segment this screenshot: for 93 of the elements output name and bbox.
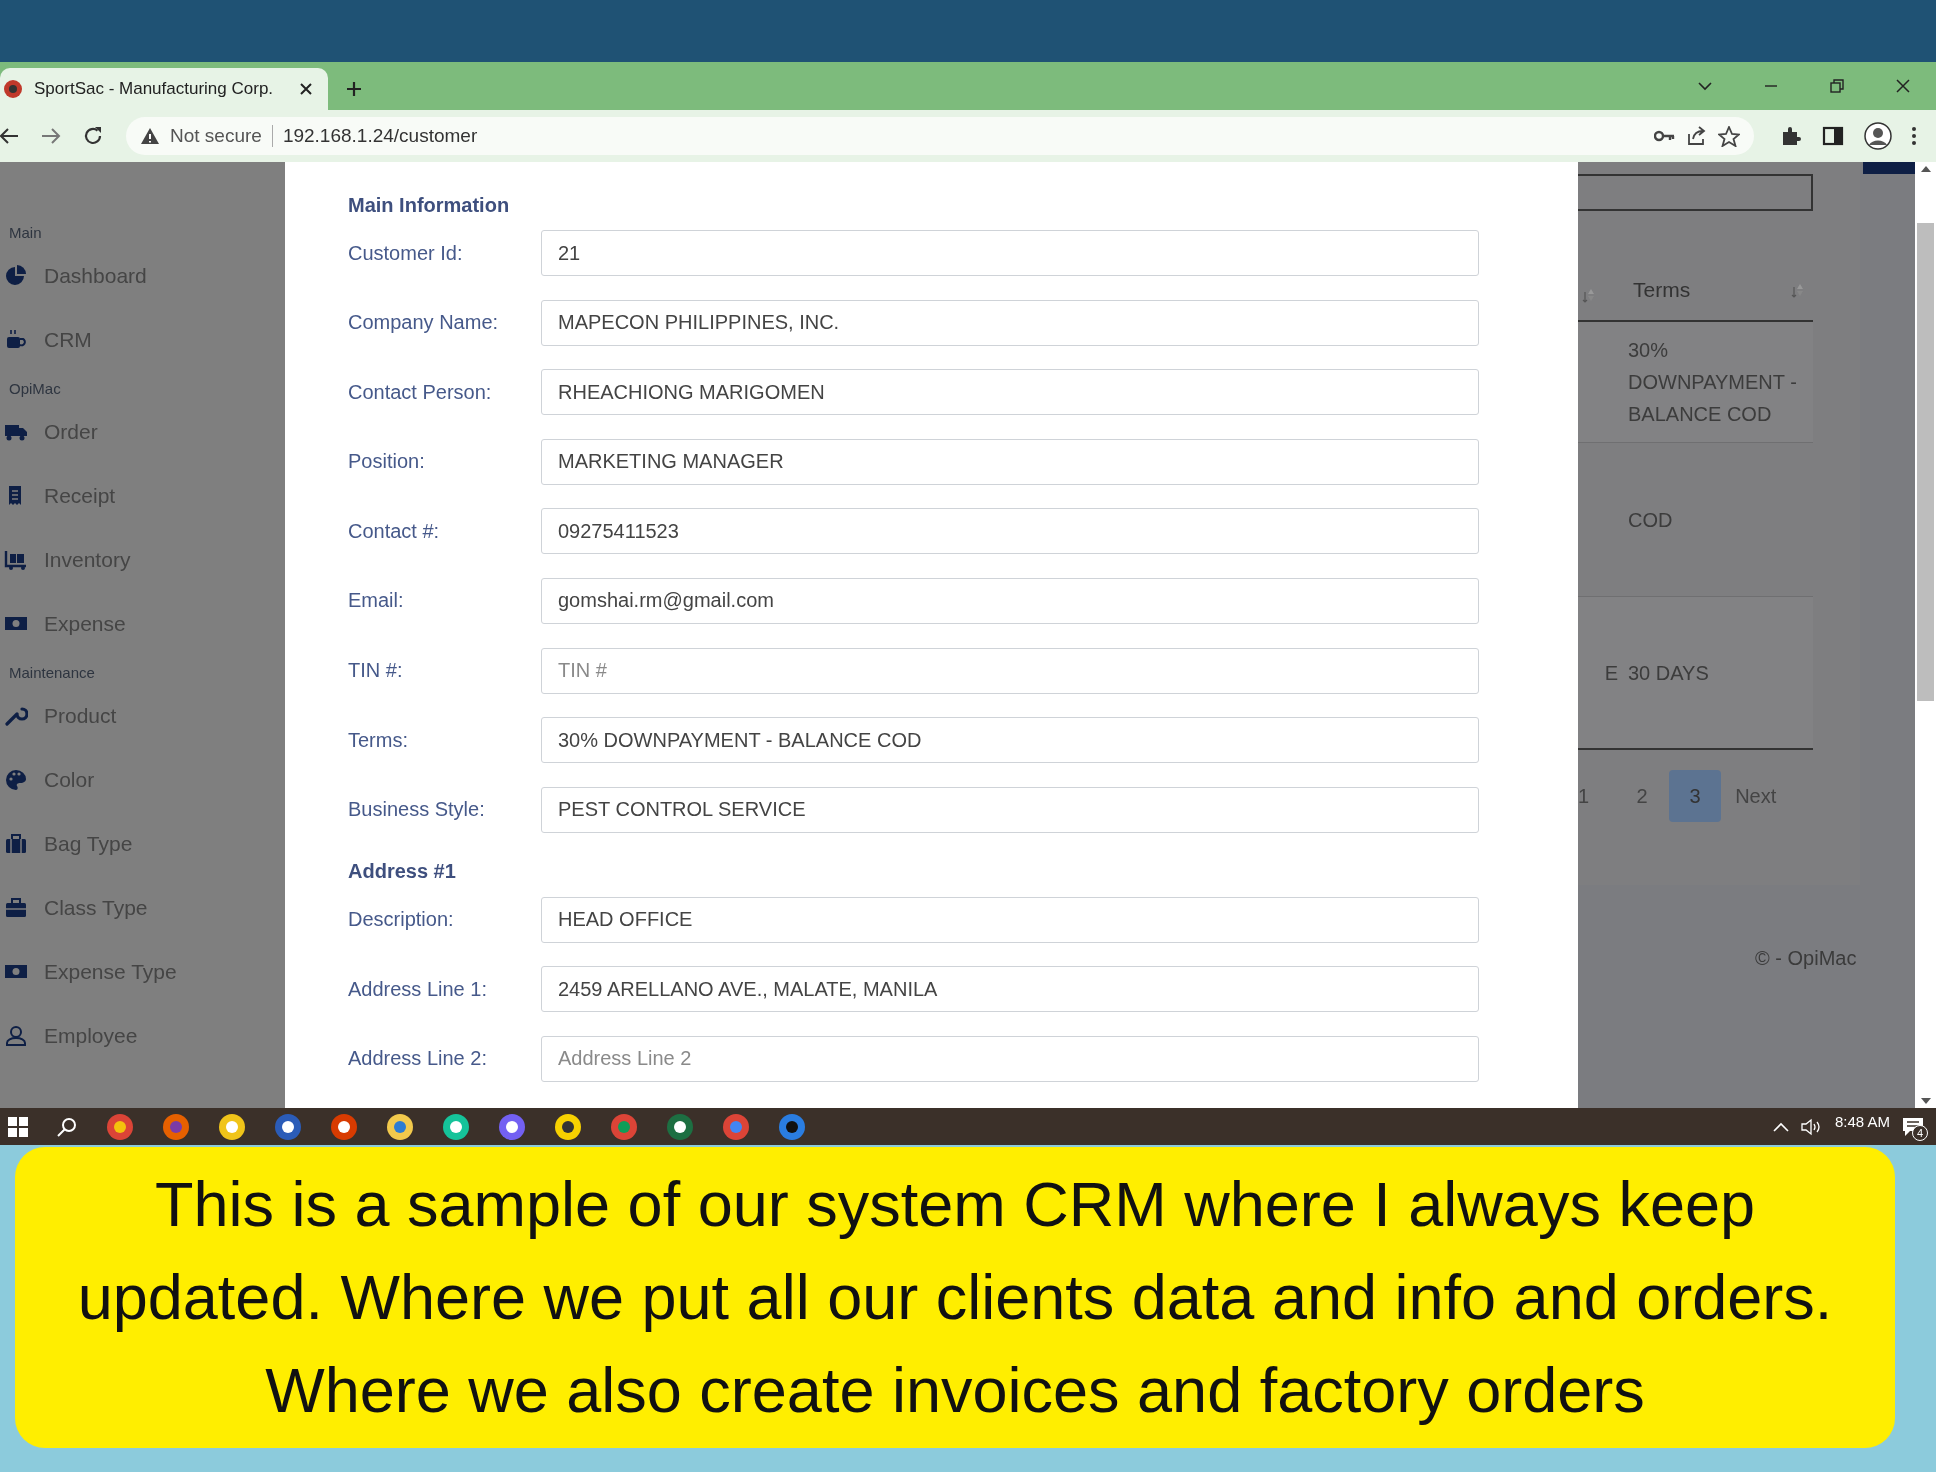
- sidebar-item[interactable]: Inventory: [0, 528, 285, 592]
- input-field[interactable]: 2459 ARELLANO AVE., MALATE, MANILA: [541, 966, 1479, 1013]
- star-icon[interactable]: [1718, 125, 1740, 147]
- search-field[interactable]: [1578, 174, 1813, 211]
- security-label: Not secure: [170, 125, 262, 147]
- input-field[interactable]: RHEACHIONG MARIGOMEN: [541, 369, 1479, 416]
- caption-text: This is a sample of our system CRM where I always keep updated. Where we put all our clients data and info and orders. Where we also create invoices and factory orders: [15, 1147, 1895, 1448]
- reload-icon: [82, 125, 104, 147]
- scroll-down-icon[interactable]: [1920, 1098, 1931, 1104]
- address-bar[interactable]: Not secure 192.168.1.24/customer: [126, 117, 1754, 155]
- sidebar-heading: Maintenance: [8, 662, 96, 683]
- field-label: Email:: [348, 589, 405, 613]
- page-button[interactable]: 3: [1669, 770, 1722, 822]
- briefcase-icon: [4, 896, 28, 920]
- sidebar-item[interactable]: Dashboard: [0, 244, 285, 308]
- close-icon: [300, 83, 312, 95]
- menu-dots-icon: [1912, 127, 1916, 145]
- sidebar-item[interactable]: Employee: [0, 1004, 285, 1068]
- wrench-icon: [4, 704, 28, 728]
- table-cell-text: 30% DOWNPAYMENT - BALANCE COD: [1628, 338, 1798, 427]
- input-field[interactable]: PEST CONTROL SERVICE: [541, 786, 1479, 833]
- table-cell-text: 30 DAYS: [1628, 660, 1710, 686]
- sidebar-item[interactable]: Color: [0, 748, 285, 812]
- sidebar-item[interactable]: Bag Type: [0, 812, 285, 876]
- puzzle-piece-icon: [1780, 125, 1802, 147]
- page-button[interactable]: 1: [1578, 770, 1594, 822]
- restore-icon: [1829, 78, 1845, 94]
- table-cell-text: E: [1604, 660, 1618, 686]
- input-field[interactable]: 09275411523: [541, 508, 1479, 555]
- url-text: 192.168.1.24/customer: [282, 125, 479, 147]
- sidebar-item[interactable]: Order: [0, 400, 285, 464]
- tab-title: SportSac - Manufacturing Corp.: [34, 79, 275, 99]
- scroll-up-icon[interactable]: [1920, 166, 1931, 172]
- section-title: Main Information: [348, 192, 511, 218]
- input-field[interactable]: Address Line 2: [541, 1035, 1479, 1082]
- favicon-icon: [2, 78, 24, 100]
- field-label: Business Style:: [348, 798, 486, 822]
- field-label: Description:: [348, 908, 455, 932]
- pie-chart-icon: [4, 264, 28, 288]
- column-header[interactable]: Terms: [1633, 278, 1691, 302]
- sort-icon[interactable]: [1791, 282, 1805, 298]
- input-field[interactable]: MARKETING MANAGER: [541, 438, 1479, 485]
- windows-logo-icon[interactable]: [8, 1116, 28, 1137]
- chevron-up-icon[interactable]: [1772, 1121, 1789, 1132]
- input-field[interactable]: 21: [541, 230, 1479, 276]
- close-icon: [1895, 78, 1911, 94]
- field-label: TIN #:: [348, 659, 404, 683]
- table-cell-text: COD: [1628, 507, 1674, 533]
- field-label: Address Line 2:: [348, 1047, 488, 1071]
- sidebar-heading: OpiMac: [8, 378, 62, 399]
- section-title: Address #1: [348, 859, 457, 885]
- sidebar-item[interactable]: Product: [0, 684, 285, 748]
- field-label: Contact Person:: [348, 380, 493, 404]
- key-icon[interactable]: [1654, 129, 1676, 143]
- footer-text: © - OpiMac: [1755, 947, 1858, 970]
- notifications-button[interactable]: 4: [1902, 1116, 1924, 1137]
- browser-tab[interactable]: SportSac - Manufacturing Corp.: [0, 68, 328, 110]
- minimize-icon: [1765, 85, 1777, 87]
- sidebar-item[interactable]: Expense Type: [0, 940, 285, 1004]
- side-panel-icon: [1822, 125, 1844, 147]
- sidebar-item[interactable]: Expense: [0, 592, 285, 656]
- page-button[interactable]: 2: [1615, 770, 1670, 822]
- sidebar-heading: Main: [8, 222, 43, 243]
- app-icon[interactable]: [274, 1112, 302, 1141]
- dolly-boxes-icon: [4, 548, 28, 572]
- input-field[interactable]: gomshai.rm@gmail.com: [541, 577, 1479, 624]
- field-label: Position:: [348, 450, 426, 474]
- palette-icon: [4, 768, 28, 792]
- field-label: Terms:: [348, 728, 409, 752]
- input-field[interactable]: MAPECON PHILIPPINES, INC.: [541, 299, 1479, 346]
- scrollbar-thumb[interactable]: [1917, 223, 1934, 701]
- plus-icon: [346, 81, 362, 97]
- sidebar-item[interactable]: Receipt: [0, 464, 285, 528]
- page-button[interactable]: Next: [1721, 770, 1791, 822]
- clock-time[interactable]: 8:48 AM: [1834, 1113, 1890, 1130]
- sort-icon[interactable]: [1582, 288, 1596, 303]
- share-icon[interactable]: [1686, 126, 1708, 146]
- sidebar-item[interactable]: Class Type: [0, 876, 285, 940]
- search-icon[interactable]: [56, 1115, 78, 1138]
- avatar-icon: [1864, 122, 1892, 150]
- field-label: Contact #:: [348, 519, 441, 543]
- sidebar-item[interactable]: CRM: [0, 308, 285, 372]
- input-field[interactable]: HEAD OFFICE: [541, 896, 1479, 943]
- warning-icon: [140, 127, 160, 145]
- field-label: Address Line 1:: [348, 977, 488, 1001]
- header-bar: [1863, 162, 1915, 174]
- field-label: Customer Id:: [348, 241, 464, 265]
- user-icon: [4, 1024, 28, 1048]
- suitcase-icon: [4, 832, 28, 856]
- input-field[interactable]: TIN #: [541, 647, 1479, 694]
- input-field[interactable]: 30% DOWNPAYMENT - BALANCE COD: [541, 717, 1479, 764]
- field-label: Company Name:: [348, 311, 500, 335]
- speaker-icon[interactable]: [1800, 1117, 1823, 1136]
